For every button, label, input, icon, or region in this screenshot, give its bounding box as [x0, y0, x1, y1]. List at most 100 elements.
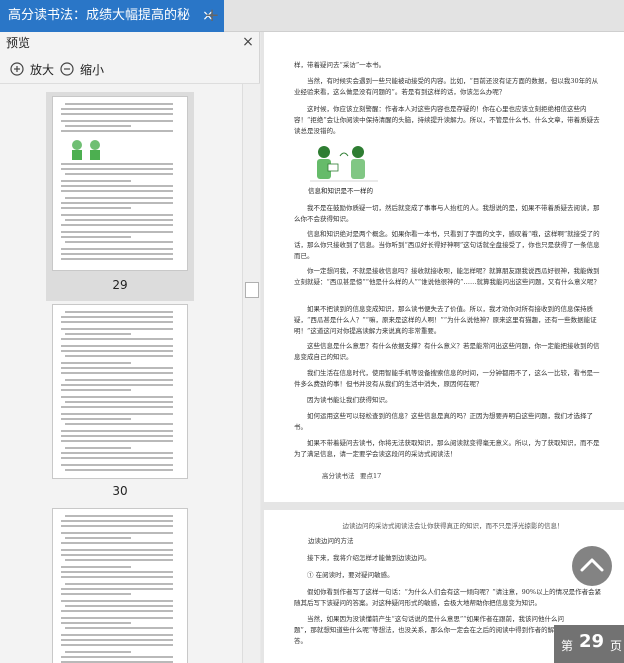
thumbnail-page-29[interactable] [52, 96, 188, 271]
thumbnail-text-line [65, 559, 173, 561]
paragraph: 假如你看到作者写了这样一句话：“为什么人们会有这一倾向呢？”请注意，90%以上的… [294, 588, 602, 607]
thumbnail-text-line [61, 634, 173, 636]
document-tab[interactable]: 高分读书法：成绩大幅提高的秘 [0, 0, 224, 32]
footer-book-title: 高分读书法 [322, 472, 355, 480]
reading-illustration-icon [310, 146, 378, 182]
zoom-in-label: 放大 [30, 63, 55, 77]
thumbnail-page-30[interactable] [52, 304, 188, 479]
thumbnail-text-line [61, 316, 173, 318]
paragraph: 我们生活在信息时代，使用智能手机等设备搜索信息的时间，一分钟都用不了，这么一比较… [294, 369, 600, 388]
new-tab-plus-icon[interactable]: + [203, 7, 221, 25]
thumbnail-text-line [61, 418, 131, 420]
paragraph: 如何运用这些可以轻松查到的信息？这些信息是真的吗？正因为想要弄明白这些问题，我们… [294, 412, 593, 431]
thumbnail-text-line [61, 588, 173, 590]
thumbnail-text-line [61, 224, 173, 226]
thumbnail-text-line [61, 430, 173, 432]
thumbnail-text-line [61, 452, 173, 454]
thumbnail-text-line [61, 593, 131, 595]
thumbnail-text-line [61, 600, 173, 602]
thumbnail-text-line [61, 207, 131, 209]
thumbnail-text-line [61, 338, 173, 340]
zoom-toolbar: 放大 缩小 [0, 56, 260, 84]
thumbnail-text-line [61, 350, 173, 352]
page-indicator: 第 29 页 [554, 625, 624, 663]
paragraph: 因为读书能让我们获得知识。 [307, 396, 392, 404]
thumbnail-text-line [61, 656, 173, 658]
paragraph: ① 在阅读时，要对疑问敏感。 [307, 571, 394, 579]
thumbnail-text-line [61, 185, 173, 187]
thumbnail-text-line [61, 617, 173, 619]
page-header-summary: 边读边问的采访式阅读法会让你获得真正的知识，而不只是浮光掠影的信息！ [342, 522, 564, 530]
thumbnail-text-line [61, 644, 173, 646]
paragraph: 信息和知识绝对是两个概念。如果你看一本书，只看到了字面的文字，感叹着“哦，这样啊… [294, 230, 600, 260]
thumbnail-text-line [61, 258, 173, 260]
tab-title: 高分读书法：成绩大幅提高的秘 [8, 8, 191, 23]
thumbnail-text-line [61, 248, 173, 250]
thumbnail-text-line [61, 163, 173, 165]
thumbnail-text-line [65, 537, 131, 539]
thumbnail-text-line [65, 651, 131, 653]
thumbnail-text-line [61, 372, 173, 374]
sidebar-title: 预览 [6, 36, 31, 50]
thumbnail-text-line [61, 108, 173, 110]
paragraph: 当然，如果因为没读懂前产生“这句话说的是什么意思”“如果作者在跟前，我该问他什么… [294, 615, 564, 645]
zoom-out-label: 缩小 [80, 63, 105, 77]
thumbnail-text-line [61, 253, 173, 255]
paragraph: 这时候，你应该立刻警醒：作者本人对这些内容也是存疑的！你在心里也应该立刻拒绝相信… [294, 105, 600, 135]
thumbnail-illustration-icon [72, 140, 100, 160]
thumbnail-text-line [65, 605, 173, 607]
thumbnail-text-line [61, 457, 173, 459]
thumbnail-text-line [61, 406, 173, 408]
preview-sidebar: 预览 × 放大 缩小 29 30 [0, 32, 260, 663]
footer-section: 要点17 [360, 472, 382, 480]
zoom-out-icon [60, 62, 74, 76]
paragraph: 如果不把读到的信息变成知识，那么读书便失去了价值。所以，我才劝你对所有接收到的信… [294, 305, 597, 335]
thumbnail-text-line [61, 384, 173, 386]
thumbnail-page-31[interactable] [52, 508, 188, 663]
thumbnail-text-line [65, 469, 173, 471]
thumbnail-text-line [61, 113, 173, 115]
thumbnail-text-line [61, 622, 131, 624]
thumbnail-text-line [61, 464, 173, 466]
reader-window: 高分读书法：成绩大幅提高的秘 × + 预览 × 放大 缩小 29 30 样，带着… [0, 0, 624, 663]
thumbnail-text-line [61, 120, 173, 122]
thumbnail-text-line [61, 130, 173, 132]
scroll-to-top-button[interactable] [572, 546, 612, 586]
thumbnail-text-line [61, 542, 173, 544]
sidebar-scrollbar-thumb[interactable] [245, 282, 259, 298]
thumbnail-list: 29 30 [0, 84, 242, 663]
thumbnail-text-line [61, 413, 173, 415]
thumbnail-text-line [61, 362, 131, 364]
sidebar-scrollbar[interactable] [242, 84, 260, 663]
current-page-number: 29 [579, 631, 605, 652]
paragraph: 你一定想问我，不就是接收信息吗？接收就接收呗，能怎样呢？就算朋友跟我说西瓜好很神… [294, 267, 600, 286]
zoom-in-button[interactable]: 放大 [10, 60, 56, 80]
thumbnail-text-line [61, 168, 173, 170]
thumbnail-text-line [61, 190, 173, 192]
thumbnail-text-line [65, 627, 173, 629]
thumbnail-text-line [61, 571, 173, 573]
thumbnail-page-number: 29 [112, 278, 128, 292]
paragraph: 这些信息是什么意思？有什么依据支撑？有什么意义？若是能常问出这些问题，你一定能把… [294, 342, 600, 361]
page-indicator-prefix: 第 [561, 639, 574, 653]
document-view[interactable]: 样，带着疑问去“采访”一本书。 当然，有时候实会遇到一些只能被动接受的内容。比如… [261, 32, 624, 663]
thumbnail-text-line [61, 231, 173, 233]
chevron-up-icon [580, 558, 604, 572]
paragraph: 接下来，我将介绍怎样才能做到边读边问。 [307, 554, 431, 562]
thumbnail-text-line [61, 532, 173, 534]
thumbnail-text-line [65, 401, 173, 403]
thumbnail-text-line [61, 345, 173, 347]
thumbnail-text-line [61, 435, 173, 437]
thumbnail-text-line [65, 333, 131, 335]
thumbnail-text-line [61, 554, 173, 556]
thumbnail-text-line [65, 311, 173, 313]
page-indicator-suffix: 页 [610, 639, 623, 653]
thumbnail-text-line [65, 379, 173, 381]
paragraph: 我不是在鼓励你质疑一切，然后就变成了事事与人抬杠的人。我想说的是，如果不带着质疑… [294, 204, 600, 223]
tab-bar: 高分读书法：成绩大幅提高的秘 × + [0, 0, 624, 32]
thumbnail-text-line [65, 125, 131, 127]
zoom-out-button[interactable]: 缩小 [60, 60, 106, 80]
thumbnail-text-line [65, 197, 173, 199]
sidebar-close-icon[interactable]: × [240, 32, 256, 52]
thumbnail-text-line [61, 549, 173, 551]
